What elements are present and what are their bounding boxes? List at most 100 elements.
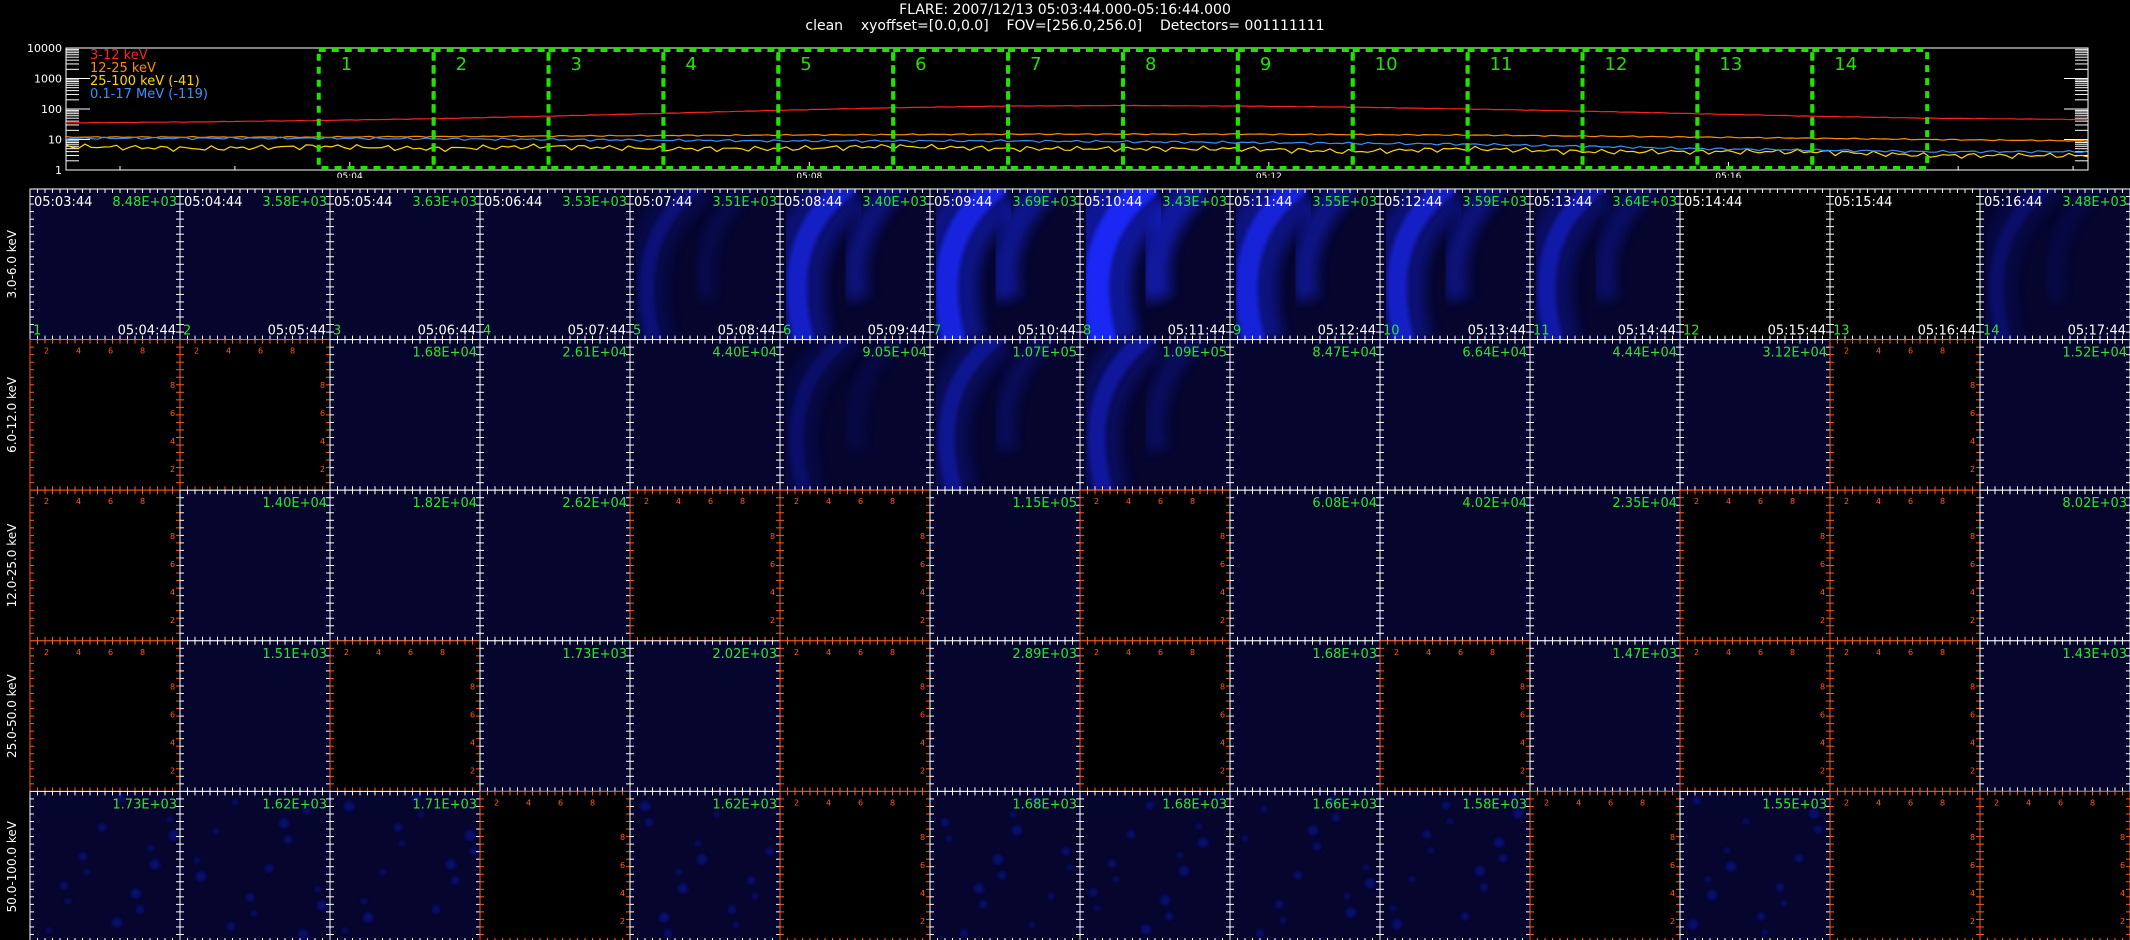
- empty-axis-label: 6: [1908, 497, 1913, 506]
- cell-start-time: 05:04:44: [184, 195, 242, 210]
- cell-max-value: 2.89E+03: [1012, 647, 1077, 662]
- empty-axis-label: 4: [1726, 497, 1731, 506]
- empty-axis-label: 4: [76, 648, 81, 657]
- cell-background: [1230, 490, 1380, 641]
- cell-max-value: 8.48E+03: [112, 195, 177, 210]
- cell-max-value: 3.51E+03: [712, 195, 777, 210]
- cell-image-number: 4: [483, 324, 491, 339]
- noise-blob: [79, 852, 87, 861]
- cell-background: [1980, 339, 2130, 491]
- empty-axis-label: 8: [1790, 648, 1795, 657]
- empty-axis-label: 4: [1970, 437, 1975, 446]
- empty-axis-label: 4: [1876, 347, 1881, 356]
- cell-max-value: 3.40E+03: [862, 195, 927, 210]
- empty-axis-label: 2: [1220, 766, 1225, 775]
- noise-blob: [167, 816, 173, 823]
- cell-max-value: 1.40E+04: [262, 496, 327, 511]
- image-cell: 1.68E+03: [1229, 640, 1381, 792]
- noise-blob: [136, 905, 144, 914]
- cell-background: [1830, 490, 1980, 641]
- cell-background: [1830, 189, 1980, 340]
- cell-background: [1980, 490, 2130, 641]
- empty-axis-label: 2: [470, 766, 475, 775]
- image-cell: 2 2 4 4 6 6 8 8: [179, 339, 331, 491]
- image-cell: 2 2 4 4 6 6 8 8: [779, 489, 931, 642]
- cell-start-time: 05:09:44: [934, 195, 992, 210]
- cell-image-number: 5: [633, 324, 641, 339]
- empty-axis-label: 6: [108, 497, 113, 506]
- cell-background: [1530, 490, 1680, 641]
- empty-axis-label: 6: [920, 560, 925, 569]
- cell-background: [30, 490, 180, 641]
- empty-axis-label: 6: [320, 409, 325, 418]
- empty-axis-label: 2: [1394, 648, 1399, 657]
- empty-axis-label: 2: [1694, 497, 1699, 506]
- cell-background: [330, 490, 480, 641]
- image-cell: 1.09E+05: [1079, 339, 1231, 491]
- empty-axis-label: 4: [826, 648, 831, 657]
- image-cell: 1.51E+03: [179, 640, 331, 792]
- image-cell: 2 2 4 4 6 6 8 8: [1829, 339, 1981, 491]
- image-cell: 2.89E+03: [929, 640, 1081, 792]
- cell-max-value: 8.02E+03: [2062, 496, 2127, 511]
- image-cell: 2 2 4 4 6 6 8 8: [1079, 640, 1231, 792]
- empty-axis-label: 8: [1490, 648, 1495, 657]
- cell-image-number: 6: [783, 324, 791, 339]
- empty-axis-label: 8: [740, 497, 745, 506]
- empty-axis-label: 8: [890, 648, 895, 657]
- noise-blob: [150, 859, 160, 870]
- cell-max-value: 1.68E+03: [1312, 647, 1377, 662]
- empty-axis-label: 4: [1820, 738, 1825, 747]
- empty-axis-label: 4: [170, 437, 175, 446]
- image-cell: 2.62E+04: [479, 489, 631, 642]
- image-cell: 2 2 4 4 6 6 8 8: [29, 640, 181, 792]
- empty-axis-label: 6: [1158, 497, 1163, 506]
- cell-max-value: 1.73E+03: [562, 647, 627, 662]
- cell-background: [1080, 640, 1230, 792]
- cell-max-value: 8.47E+04: [1312, 346, 1377, 361]
- empty-axis-label: 8: [1190, 497, 1195, 506]
- empty-axis-label: 4: [376, 648, 381, 657]
- cell-background: [930, 490, 1080, 641]
- cell-background: [330, 189, 480, 340]
- empty-axis-label: 2: [44, 347, 49, 356]
- empty-axis-label: 4: [1876, 497, 1881, 506]
- image-cell: 05:10:44 05:11:44 8 3.43E+03: [1079, 188, 1231, 341]
- empty-axis-label: 4: [1220, 588, 1225, 597]
- cell-max-value: 3.63E+03: [412, 195, 477, 210]
- cell-start-time: 05:11:44: [1234, 195, 1292, 210]
- empty-axis-label: 4: [170, 738, 175, 747]
- empty-axis-label: 6: [920, 710, 925, 719]
- empty-axis-label: 2: [794, 648, 799, 657]
- cell-max-value: 3.12E+04: [1762, 346, 1827, 361]
- cell-background: [1530, 339, 1680, 491]
- empty-axis-label: 6: [408, 648, 413, 657]
- cell-background: [480, 189, 630, 340]
- empty-axis-label: 4: [920, 588, 925, 597]
- cell-background: [180, 339, 330, 491]
- image-cell: 9.05E+04: [779, 339, 931, 491]
- image-cell: 2 2 4 4 6 6 8 8: [629, 489, 781, 642]
- empty-axis-label: 6: [170, 710, 175, 719]
- image-cell: 05:08:44 05:09:44 6 3.40E+03: [779, 188, 931, 341]
- noise-blob: [65, 898, 71, 905]
- cell-background: [630, 490, 780, 641]
- empty-axis-label: 6: [1220, 710, 1225, 719]
- image-cell: 2 2 4 4 6 6 8 8: [1829, 640, 1981, 792]
- cell-max-value: 1.09E+05: [1162, 346, 1227, 361]
- empty-axis-label: 6: [170, 409, 175, 418]
- empty-axis-label: 2: [170, 465, 175, 474]
- cell-start-time: 05:07:44: [634, 195, 692, 210]
- cell-background: [480, 640, 630, 792]
- cell-max-value: 6.08E+04: [1312, 496, 1377, 511]
- cell-background: [30, 189, 180, 340]
- image-grid: 05:03:44 05:04:44 1 8.48E+03 05:04:44 05:05:4…: [5, 188, 2130, 940]
- image-cell: 05:06:44 05:07:44 4 3.53E+03: [479, 188, 631, 341]
- empty-axis-label: 6: [258, 347, 263, 356]
- cell-max-value: 1.68E+04: [412, 346, 477, 361]
- cell-end-time: 05:15:44: [1768, 324, 1826, 339]
- energy-band-label: 25.0-50.0 keV: [5, 673, 19, 757]
- empty-axis-label: 8: [470, 682, 475, 691]
- noise-blob: [131, 888, 141, 899]
- empty-axis-label: 2: [1520, 766, 1525, 775]
